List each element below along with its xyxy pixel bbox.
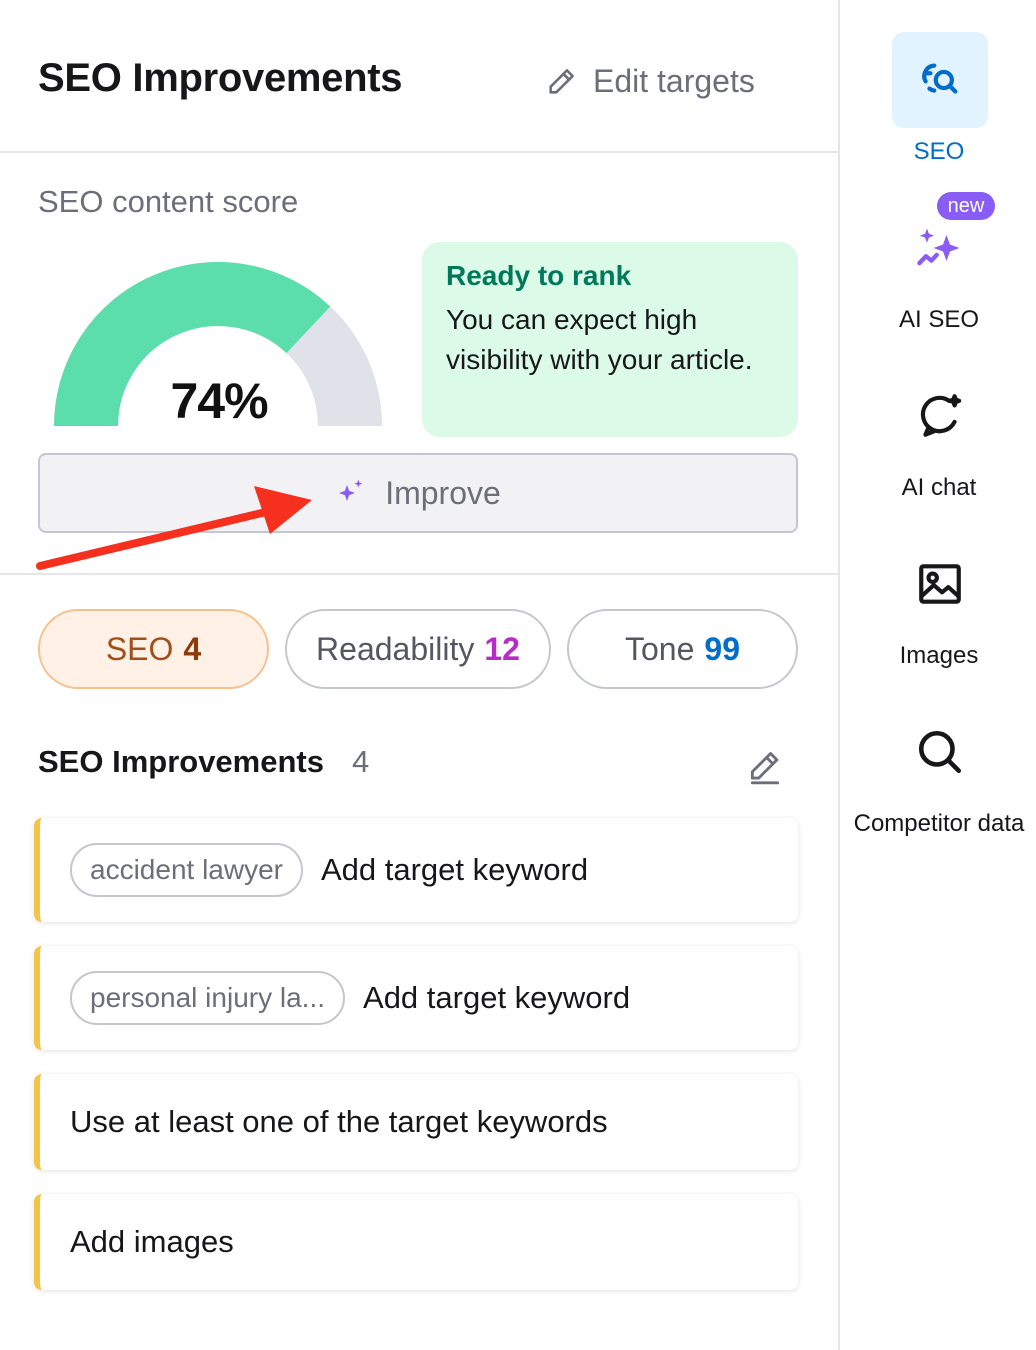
tab-seo[interactable]: SEO 4: [38, 609, 269, 689]
sidebar-item-ai-chat-label: AI chat: [901, 474, 977, 501]
sparkles-icon: [339, 479, 363, 501]
improvement-item[interactable]: personal injury la... Add target keyword: [34, 946, 798, 1050]
sidebar-item-ai-seo[interactable]: AI SEO: [840, 200, 1036, 340]
tab-tone-label: Tone: [625, 630, 695, 667]
sidebar-item-seo[interactable]: SEO: [840, 32, 1036, 172]
app-root: SEO Improvements Edit targets SEO conten…: [0, 0, 1036, 1350]
tab-seo-label: SEO: [105, 630, 174, 667]
tab-readability[interactable]: Readability 12: [285, 609, 551, 689]
page-title: SEO Improvements: [38, 56, 403, 100]
improvement-item[interactable]: Use at least one of the target keywords: [34, 1074, 798, 1170]
edit-targets-button[interactable]: Edit targets: [545, 60, 755, 102]
seo-icon: [892, 32, 988, 128]
keyword-chip: personal injury la...: [70, 971, 346, 1025]
keyword-chip: accident lawyer: [70, 843, 303, 897]
tab-tone[interactable]: Tone 99: [567, 609, 798, 689]
score-value: 74%: [170, 373, 268, 429]
tab-seo-count: 4: [183, 630, 202, 667]
improvement-text: Add images: [70, 1224, 234, 1259]
improve-label: Improve: [385, 474, 501, 511]
sidebar-item-images[interactable]: Images: [840, 536, 1036, 676]
improvement-text: Use at least one of the target keywords: [70, 1104, 608, 1139]
sidebar-item-competitor-data[interactable]: Competitor data: [840, 704, 1036, 884]
search-icon: [892, 704, 988, 800]
edit-targets-label: Edit targets: [593, 62, 755, 99]
section-divider: [0, 573, 838, 575]
sidebar-item-images-label: Images: [899, 642, 979, 669]
tab-readability-count: 12: [484, 630, 520, 667]
improvements-count: 4: [352, 744, 370, 779]
sidebar-item-seo-label: SEO: [913, 138, 965, 165]
status-title: Ready to rank: [446, 260, 632, 291]
score-label: SEO content score: [38, 184, 299, 219]
sidebar-item-competitor-data-label: Competitor data: [853, 810, 1025, 837]
improvement-text: Add target keyword: [363, 980, 631, 1015]
tab-tone-count: 99: [704, 630, 740, 667]
panel-header: SEO Improvements Edit targets: [0, 0, 838, 153]
improvements-title: SEO Improvements: [38, 744, 324, 779]
improve-button[interactable]: Improve: [38, 453, 798, 533]
status-text: You can expect high visibility with your…: [446, 304, 753, 375]
status-card: Ready to rank You can expect high visibi…: [422, 242, 798, 437]
right-sidebar: SEO new AI SEO AI chat Images Competitor…: [838, 0, 1036, 1350]
edit-improvements-icon[interactable]: [746, 748, 784, 786]
sidebar-item-ai-chat[interactable]: AI chat: [840, 368, 1036, 508]
improvement-item[interactable]: accident lawyer Add target keyword: [34, 818, 798, 922]
improvement-item[interactable]: Add images: [34, 1194, 798, 1290]
improvement-text: Add target keyword: [320, 852, 589, 887]
seo-panel: SEO Improvements Edit targets SEO conten…: [0, 0, 838, 1350]
tab-readability-label: Readability: [316, 630, 475, 667]
image-icon: [892, 536, 988, 632]
chat-bubble-icon: [892, 368, 988, 464]
sidebar-item-ai-seo-label: AI SEO: [898, 306, 980, 333]
pencil-icon: [549, 69, 574, 94]
sparkles-icon: [892, 200, 988, 296]
